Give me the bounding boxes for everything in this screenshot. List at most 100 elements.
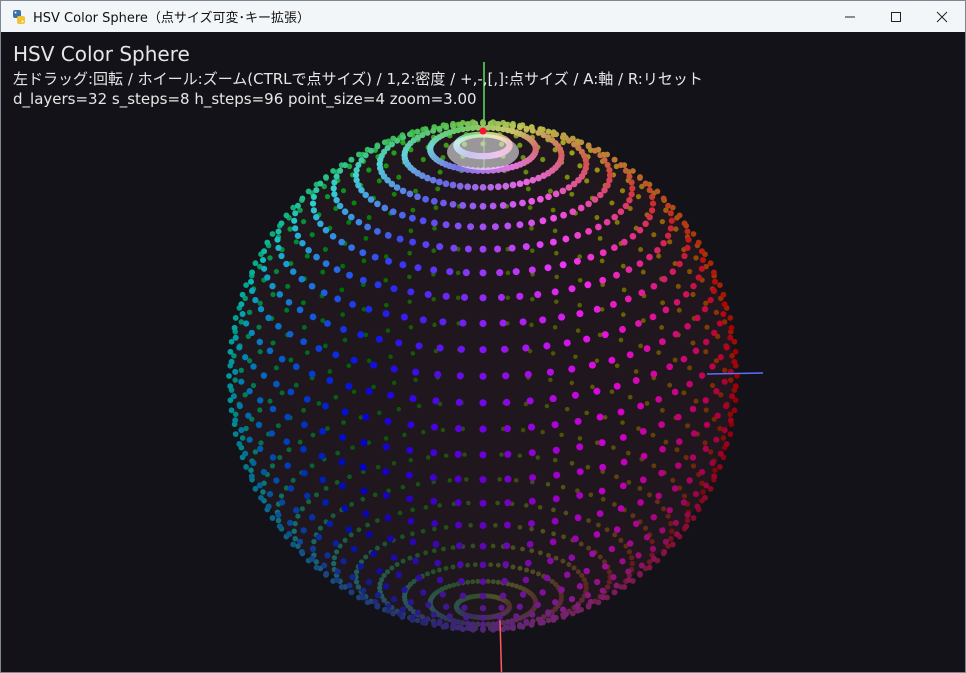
color-point: [694, 314, 701, 322]
color-point: [560, 139, 566, 146]
color-point: [516, 623, 523, 630]
color-point: [407, 250, 413, 256]
color-point: [284, 307, 290, 313]
color-point: [504, 450, 512, 458]
color-point: [419, 316, 427, 324]
color-point: [568, 554, 576, 562]
maximize-button[interactable]: [873, 1, 919, 32]
color-point: [629, 232, 637, 240]
color-point: [510, 122, 516, 129]
color-point: [671, 388, 679, 396]
color-point: [728, 324, 735, 331]
color-point: [517, 565, 523, 571]
color-point: [335, 450, 341, 456]
color-point: [647, 492, 652, 498]
color-point: [313, 214, 320, 221]
color-point: [646, 214, 653, 221]
color-point: [394, 137, 401, 144]
color-point: [409, 238, 417, 246]
color-point: [450, 244, 458, 252]
color-point: [529, 248, 535, 254]
color-point: [293, 382, 299, 388]
color-point: [576, 468, 584, 476]
minimize-button[interactable]: [827, 1, 873, 32]
color-point: [455, 521, 463, 529]
color-point: [269, 231, 276, 237]
color-point: [721, 427, 728, 434]
color-point: [310, 207, 318, 214]
title-bar[interactable]: HSV Color Sphere（点サイズ可変･キー拡張）: [1, 1, 965, 32]
color-point: [558, 586, 565, 593]
color-point: [611, 589, 618, 596]
color-point: [628, 555, 635, 561]
color-point: [614, 474, 619, 480]
color-point: [353, 569, 360, 575]
color-point: [401, 586, 408, 593]
color-point: [249, 269, 256, 276]
color-point: [585, 228, 592, 235]
color-point: [355, 584, 362, 590]
color-point: [667, 210, 674, 217]
color-point: [311, 538, 317, 545]
color-point: [321, 402, 329, 410]
color-point: [299, 239, 306, 247]
color-point: [672, 330, 680, 338]
color-point: [640, 269, 646, 275]
color-point: [375, 464, 381, 470]
color-point: [420, 156, 426, 163]
color-point: [649, 545, 657, 553]
color-point: [568, 285, 576, 293]
color-point: [346, 219, 352, 225]
color-point: [457, 345, 465, 353]
color-point: [459, 319, 467, 327]
color-point: [659, 338, 666, 346]
color-point: [499, 452, 504, 457]
color-point: [522, 576, 530, 584]
color-point: [618, 537, 624, 543]
color-point: [638, 247, 644, 252]
color-point: [529, 176, 537, 184]
color-point: [319, 476, 327, 484]
color-point: [382, 310, 390, 318]
color-point: [243, 282, 249, 288]
color-point: [243, 463, 250, 470]
color-point: [520, 427, 526, 433]
hsv-sphere-view[interactable]: [1, 32, 965, 672]
color-point: [659, 218, 666, 225]
color-point: [670, 477, 676, 483]
color-point: [295, 513, 301, 519]
color-point: [365, 522, 371, 528]
color-point: [301, 421, 308, 428]
color-point: [479, 223, 487, 231]
color-point: [440, 427, 446, 433]
color-point: [683, 455, 689, 461]
color-point: [285, 531, 293, 538]
color-point: [363, 235, 369, 241]
color-point: [676, 212, 683, 219]
color-point: [559, 187, 567, 195]
color-point: [323, 485, 329, 491]
color-point: [269, 454, 277, 461]
color-point: [516, 221, 524, 229]
color-point: [534, 290, 542, 299]
color-point: [487, 183, 495, 191]
color-point: [397, 510, 403, 516]
render-canvas[interactable]: HSV Color Sphere 左ドラッグ:回転 / ホイール:ズーム(CTR…: [1, 32, 965, 672]
color-point: [285, 299, 293, 306]
color-point: [391, 461, 397, 466]
color-point: [408, 228, 414, 234]
color-point: [707, 260, 714, 267]
close-button[interactable]: [919, 1, 965, 32]
color-point: [250, 382, 257, 389]
color-point: [408, 325, 414, 330]
color-point: [584, 178, 590, 184]
color-point: [551, 531, 556, 537]
color-point: [294, 232, 302, 239]
color-point: [573, 354, 578, 359]
color-point: [650, 555, 657, 562]
color-point: [284, 413, 292, 421]
color-point: [553, 471, 561, 479]
color-point: [523, 618, 530, 625]
color-point: [707, 296, 714, 304]
color-point: [594, 215, 600, 220]
